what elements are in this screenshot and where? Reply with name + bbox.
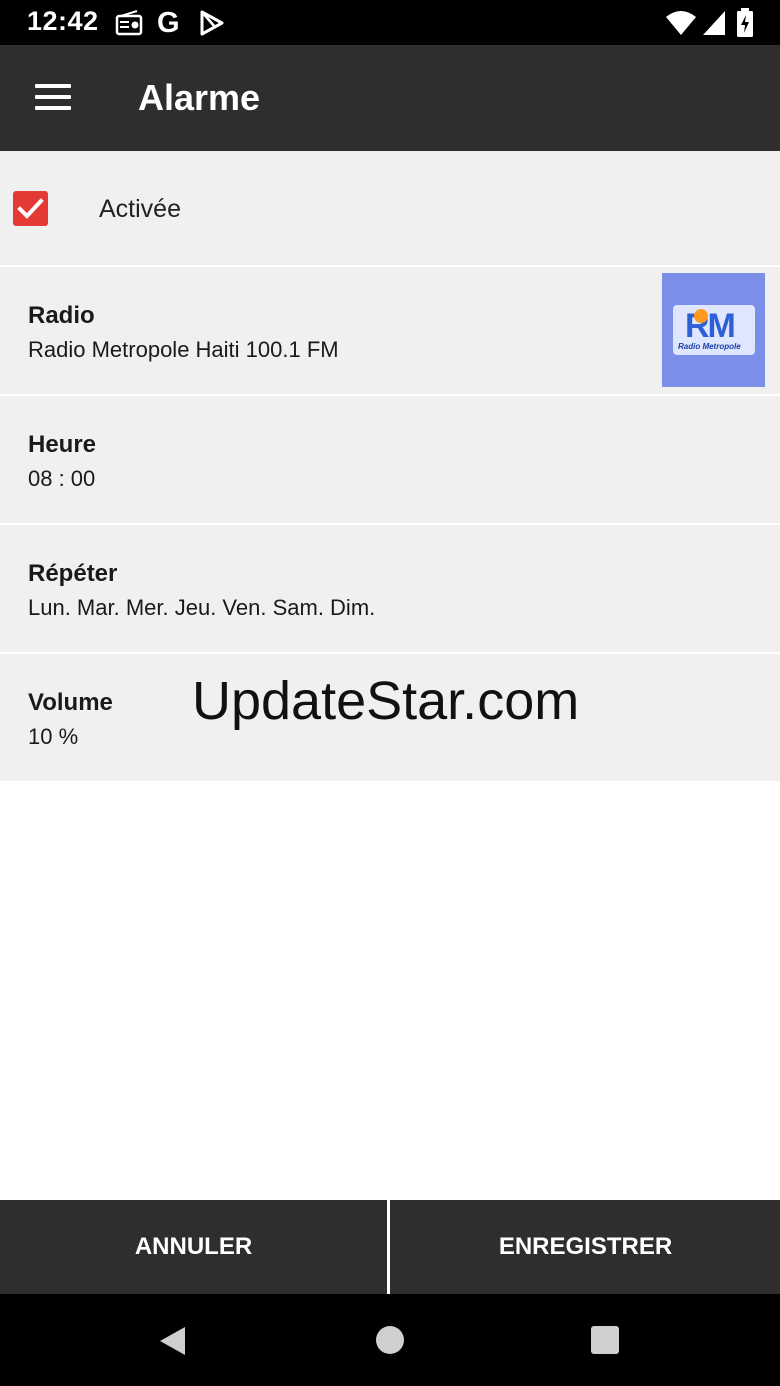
wifi-icon: [666, 11, 696, 35]
radio-row[interactable]: Radio Radio Metropole Haiti 100.1 FM RM …: [0, 267, 780, 396]
action-divider: [387, 1200, 390, 1294]
watermark: UpdateStar.com: [192, 671, 580, 731]
home-icon[interactable]: [376, 1326, 404, 1354]
time-title: Heure: [28, 431, 97, 458]
station-logo-subtitle: Radio Metropole: [678, 342, 741, 351]
radio-title: Radio: [28, 302, 95, 329]
enabled-checkbox[interactable]: [13, 191, 48, 226]
time-row[interactable]: Heure 08 : 00: [0, 396, 780, 525]
enabled-row[interactable]: Activée: [0, 151, 780, 267]
enabled-label: Activée: [99, 195, 181, 223]
action-bar: ANNULER ENREGISTRER: [0, 1200, 780, 1294]
radio-icon: [115, 10, 143, 36]
station-logo: RM Radio Metropole: [662, 273, 765, 387]
station-logo-dot: [694, 309, 708, 323]
alarm-settings-list: Activée Radio Radio Metropole Haiti 100.…: [0, 151, 780, 783]
menu-icon[interactable]: [35, 84, 71, 112]
back-icon[interactable]: [157, 1325, 187, 1357]
checkmark-icon: [17, 198, 44, 219]
status-time: 12:42: [27, 6, 99, 36]
repeat-title: Répéter: [28, 560, 118, 587]
recents-icon[interactable]: [591, 1326, 619, 1354]
play-store-icon: [200, 10, 224, 36]
navigation-bar: [0, 1294, 780, 1386]
volume-row[interactable]: Volume 10 % UpdateStar.com: [0, 654, 780, 783]
page-title: Alarme: [138, 77, 261, 118]
repeat-value: Lun. Mar. Mer. Jeu. Ven. Sam. Dim.: [28, 595, 376, 620]
station-logo-mark: RM: [685, 307, 736, 345]
time-value: 08 : 00: [28, 466, 96, 491]
signal-icon: [703, 11, 725, 35]
app-bar: Alarme: [0, 45, 780, 151]
volume-title: Volume: [28, 689, 113, 716]
save-button[interactable]: ENREGISTRER: [391, 1200, 780, 1294]
radio-value: Radio Metropole Haiti 100.1 FM: [28, 337, 339, 362]
status-bar: 12:42 G: [0, 0, 780, 45]
google-icon: G: [157, 7, 180, 39]
cancel-button[interactable]: ANNULER: [0, 1200, 387, 1294]
screen: 12:42 G Alarme Activée Radio Radio Metro…: [0, 0, 780, 1386]
volume-value: 10 %: [28, 724, 79, 749]
station-logo-badge: RM Radio Metropole: [673, 305, 755, 355]
battery-icon: [737, 8, 753, 37]
repeat-row[interactable]: Répéter Lun. Mar. Mer. Jeu. Ven. Sam. Di…: [0, 525, 780, 654]
